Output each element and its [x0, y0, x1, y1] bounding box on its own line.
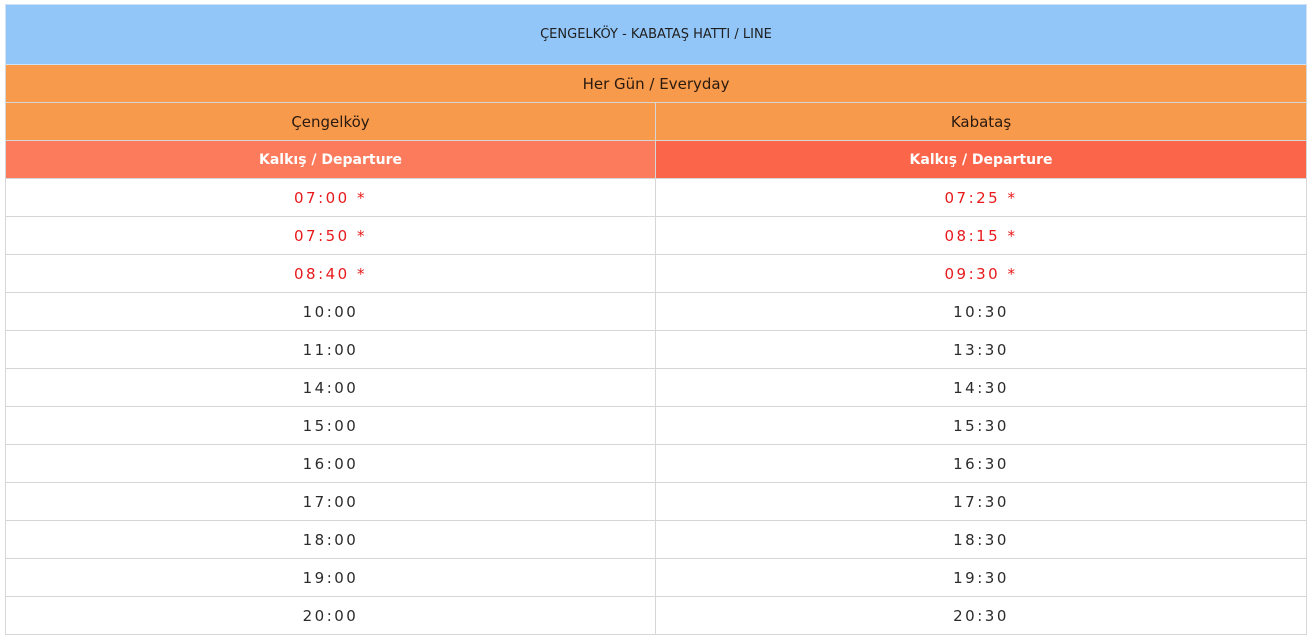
- departure-header-left: Kalkış / Departure: [5, 140, 656, 179]
- departure-time-kabatas: 19:30: [654, 558, 1308, 597]
- table-row: 10:00 10:30: [5, 292, 1308, 331]
- departure-time-cengelkoy: 11:00: [5, 330, 656, 369]
- table-row: 15:00 15:30: [5, 406, 1308, 445]
- station-cengelkoy: Çengelköy: [5, 102, 656, 141]
- station-row: Çengelköy Kabataş: [5, 102, 1308, 141]
- departure-time-cengelkoy: 16:00: [5, 444, 656, 483]
- table-row: 11:00 13:30: [5, 330, 1308, 369]
- table-row: 08:40 * 09:30 *: [5, 254, 1308, 293]
- departure-time-kabatas: 07:25 *: [654, 178, 1308, 217]
- departure-time-cengelkoy: 20:00: [5, 596, 656, 635]
- departure-time-cengelkoy: 14:00: [5, 368, 656, 407]
- departure-header-right: Kalkış / Departure: [654, 140, 1308, 179]
- line-title: ÇENGELKÖY - KABATAŞ HATTI / LINE: [4, 4, 1308, 65]
- timetable-body: ÇENGELKÖY - KABATAŞ HATTI / LINE Her Gün…: [4, 4, 1308, 635]
- timetable: ÇENGELKÖY - KABATAŞ HATTI / LINE Her Gün…: [4, 4, 1308, 635]
- departure-time-kabatas: 16:30: [654, 444, 1308, 483]
- departure-time-kabatas: 18:30: [654, 520, 1308, 559]
- departure-time-kabatas: 15:30: [654, 406, 1308, 445]
- departure-time-kabatas: 08:15 *: [654, 216, 1308, 255]
- departure-time-cengelkoy: 10:00: [5, 292, 656, 331]
- departure-time-cengelkoy: 15:00: [5, 406, 656, 445]
- departure-time-kabatas: 17:30: [654, 482, 1308, 521]
- title-row: ÇENGELKÖY - KABATAŞ HATTI / LINE: [4, 4, 1308, 65]
- table-row: 19:00 19:30: [5, 558, 1308, 597]
- departure-time-kabatas: 10:30: [654, 292, 1308, 331]
- departure-time-kabatas: 09:30 *: [654, 254, 1308, 293]
- departure-time-kabatas: 14:30: [654, 368, 1308, 407]
- departure-time-cengelkoy: 18:00: [5, 520, 656, 559]
- station-kabatas: Kabataş: [654, 102, 1308, 141]
- table-row: 07:00 * 07:25 *: [5, 178, 1308, 217]
- departure-time-cengelkoy: 17:00: [5, 482, 656, 521]
- table-row: 14:00 14:30: [5, 368, 1308, 407]
- departure-time-cengelkoy: 19:00: [5, 558, 656, 597]
- departure-time-cengelkoy: 07:00 *: [5, 178, 656, 217]
- table-row: 17:00 17:30: [5, 482, 1308, 521]
- table-row: 18:00 18:30: [5, 520, 1308, 559]
- table-row: 07:50 * 08:15 *: [5, 216, 1308, 255]
- schedule-label: Her Gün / Everyday: [4, 64, 1308, 103]
- departure-time-cengelkoy: 07:50 *: [5, 216, 656, 255]
- schedule-row: Her Gün / Everyday: [4, 64, 1308, 103]
- table-row: 16:00 16:30: [5, 444, 1308, 483]
- departure-header-row: Kalkış / Departure Kalkış / Departure: [5, 140, 1308, 179]
- departure-time-kabatas: 20:30: [654, 596, 1308, 635]
- departure-time-cengelkoy: 08:40 *: [5, 254, 656, 293]
- table-row: 20:00 20:30: [5, 596, 1308, 635]
- departure-time-kabatas: 13:30: [654, 330, 1308, 369]
